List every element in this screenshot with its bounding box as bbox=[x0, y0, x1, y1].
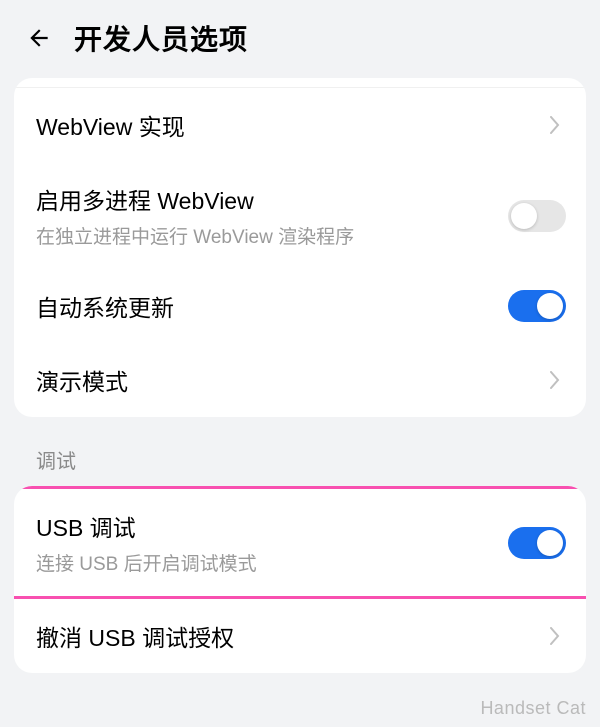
toggle-knob bbox=[537, 293, 563, 319]
row-auto-system-update[interactable]: 自动系统更新 bbox=[14, 269, 586, 343]
toggle-multiprocess[interactable] bbox=[508, 200, 566, 232]
toggle-knob bbox=[537, 530, 563, 556]
row-multiprocess-webview[interactable]: 启用多进程 WebView 在独立进程中运行 WebView 渲染程序 bbox=[14, 162, 586, 269]
watermark-text: Handset Cat bbox=[480, 698, 586, 719]
row-sublabel: 在独立进程中运行 WebView 渲染程序 bbox=[36, 222, 508, 249]
row-label: 撤消 USB 调试授权 bbox=[36, 619, 544, 653]
settings-group-2: USB 调试 连接 USB 后开启调试模式 撤消 USB 调试授权 bbox=[14, 486, 586, 673]
chevron-right-icon bbox=[544, 114, 566, 136]
row-usb-debugging[interactable]: USB 调试 连接 USB 后开启调试模式 bbox=[14, 486, 586, 599]
row-demo-mode[interactable]: 演示模式 bbox=[14, 343, 586, 417]
row-label: 启用多进程 WebView bbox=[36, 182, 508, 216]
header-bar: 开发人员选项 bbox=[0, 0, 600, 78]
page-title: 开发人员选项 bbox=[74, 18, 248, 58]
row-label: 演示模式 bbox=[36, 363, 544, 397]
toggle-usb-debug[interactable] bbox=[508, 527, 566, 559]
chevron-right-icon bbox=[544, 369, 566, 391]
settings-group-1: WebView 实现 启用多进程 WebView 在独立进程中运行 WebVie… bbox=[14, 78, 586, 417]
toggle-auto-update[interactable] bbox=[508, 290, 566, 322]
chevron-right-icon bbox=[544, 625, 566, 647]
toggle-knob bbox=[511, 203, 537, 229]
back-button[interactable] bbox=[24, 23, 54, 53]
row-label: USB 调试 bbox=[36, 509, 508, 543]
row-revoke-usb-auth[interactable]: 撤消 USB 调试授权 bbox=[14, 599, 586, 673]
row-sublabel: 连接 USB 后开启调试模式 bbox=[36, 549, 508, 576]
row-label: 自动系统更新 bbox=[36, 289, 508, 323]
arrow-left-icon bbox=[26, 25, 52, 51]
section-header-debug: 调试 bbox=[0, 417, 600, 486]
row-label: WebView 实现 bbox=[36, 108, 544, 142]
row-webview-impl[interactable]: WebView 实现 bbox=[14, 88, 586, 162]
